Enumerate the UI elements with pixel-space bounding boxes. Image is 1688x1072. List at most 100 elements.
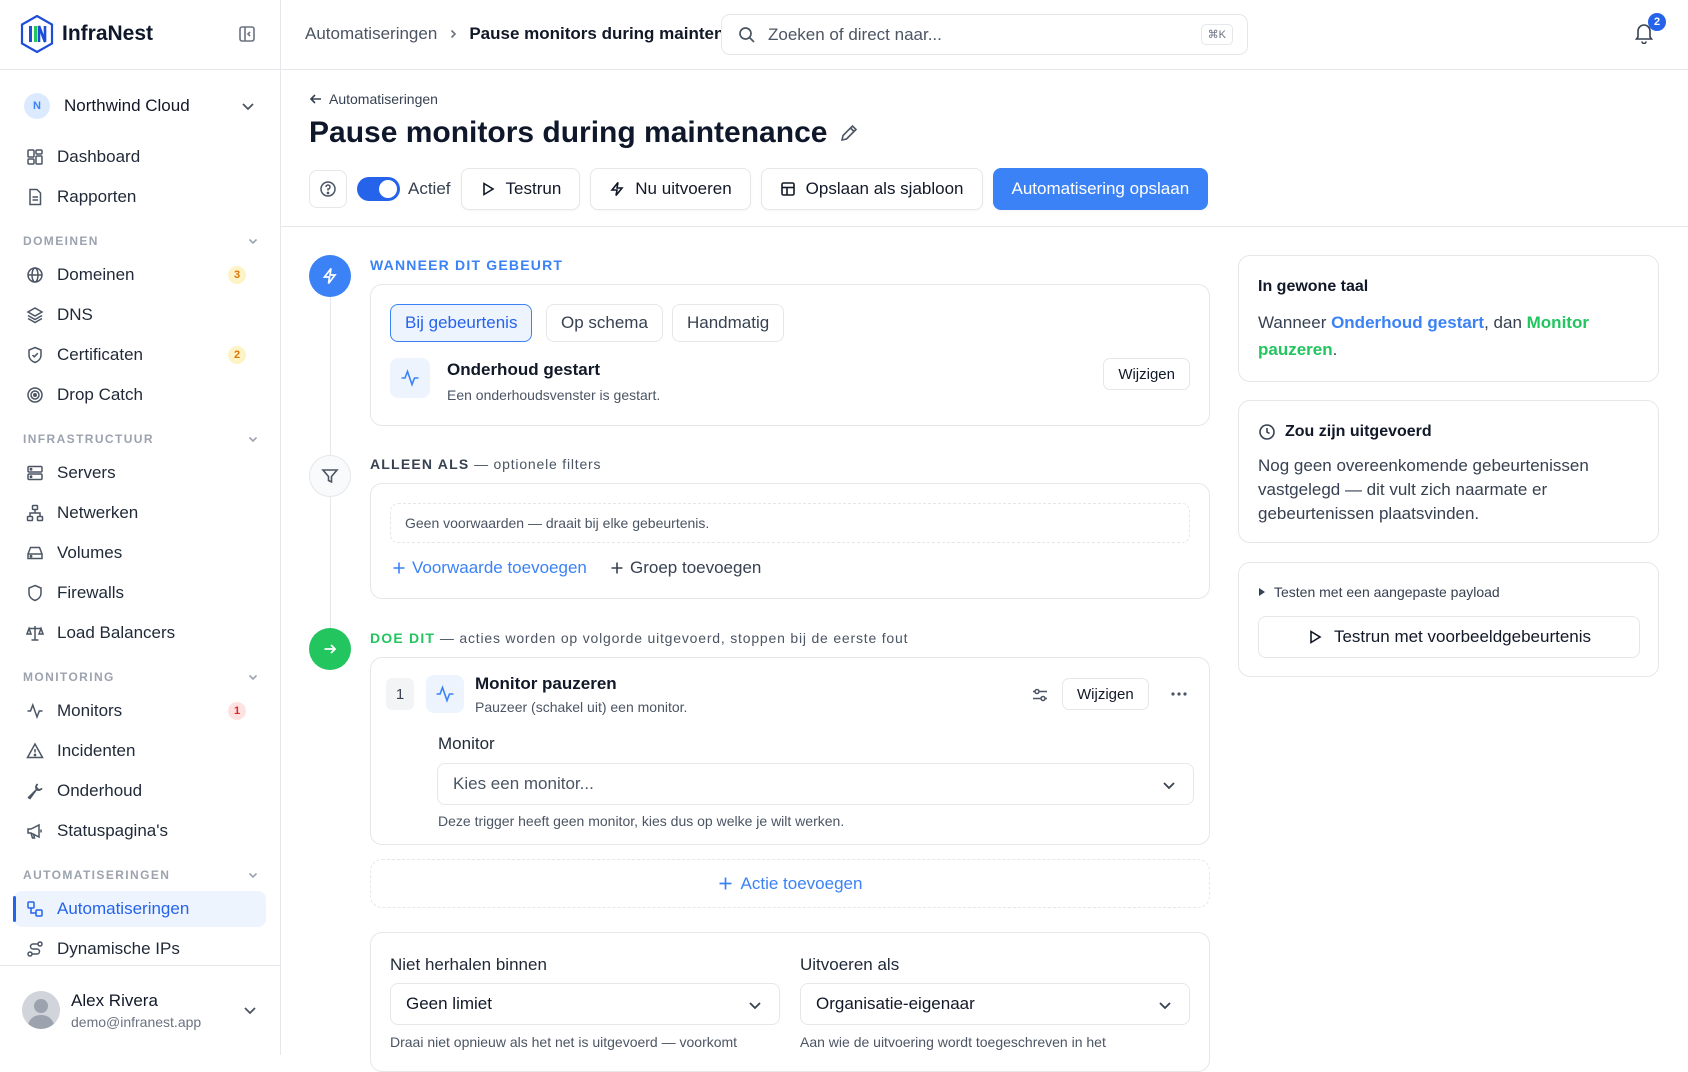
plain-language-text: Wanneer Onderhoud gestart, dan Monitor p…: [1258, 309, 1643, 363]
back-link[interactable]: Automatiseringen: [309, 91, 438, 107]
trigger-step-icon: [309, 255, 351, 297]
run-as-select[interactable]: Organisatie-eigenaar: [800, 983, 1190, 1025]
org-switcher[interactable]: N Northwind Cloud: [24, 92, 256, 120]
play-icon: [1307, 629, 1323, 645]
nav-label: Volumes: [57, 543, 123, 562]
automation-name: Pause monitors during maintenance: [309, 116, 828, 149]
nav-label: Dynamische IPs: [57, 939, 180, 958]
section-header-automatiseringen[interactable]: AUTOMATISERINGEN: [23, 868, 259, 882]
count-badge: 3: [228, 266, 246, 284]
run-as-hint: Aan wie de uitvoering wordt toegeschreve…: [800, 1034, 1106, 1050]
testrun-button[interactable]: Testrun: [460, 168, 581, 210]
breadcrumb: Automatiseringen Pause monitors during m…: [305, 24, 763, 44]
nav-item-onderhoud[interactable]: Onderhoud: [14, 773, 266, 809]
shield-icon: [25, 583, 45, 603]
chevron-down-icon: [242, 1002, 258, 1018]
repeat-label: Niet herhalen binnen: [390, 955, 547, 974]
action-index: 1: [386, 678, 414, 710]
avatar: [22, 991, 60, 1029]
button-label: Automatisering opslaan: [1011, 179, 1190, 198]
run-now-button[interactable]: Nu uitvoeren: [590, 168, 751, 210]
trigger-card: Bij gebeurtenis Op schema Handmatig Onde…: [370, 284, 1210, 426]
app-logo[interactable]: InfraNest: [20, 15, 153, 53]
keyboard-shortcut: ⌘K: [1200, 24, 1233, 45]
monitor-select[interactable]: Kies een monitor...: [437, 763, 1194, 805]
nav-item-automatiseringen[interactable]: Automatiseringen: [13, 891, 266, 927]
chevron-down-icon: [247, 869, 259, 881]
select-value: Geen limiet: [406, 994, 492, 1013]
help-button[interactable]: [309, 170, 347, 208]
alert-triangle-icon: [25, 741, 45, 761]
nav-item-dashboard[interactable]: Dashboard: [14, 139, 266, 175]
sidebar: InfraNest N Northwind Cloud Dashboard Ra…: [0, 0, 281, 1055]
nav-label: DNS: [57, 305, 93, 324]
add-action-button[interactable]: Actie toevoegen: [370, 859, 1210, 908]
section-header-domeinen[interactable]: DOMEINEN: [23, 234, 259, 248]
test-card: Testen met een aangepaste payload Testru…: [1238, 562, 1659, 677]
save-template-button[interactable]: Opslaan als sjabloon: [760, 168, 983, 210]
action-section-title: DOE DIT: [370, 630, 436, 646]
sliders-icon[interactable]: [1031, 686, 1049, 704]
route-icon: [25, 939, 45, 959]
section-header-infrastructuur[interactable]: INFRASTRUCTUUR: [23, 432, 259, 446]
breadcrumb-parent[interactable]: Automatiseringen: [305, 24, 437, 44]
user-name: Alex Rivera: [71, 990, 158, 1010]
more-icon[interactable]: [1170, 687, 1188, 701]
nav-item-volumes[interactable]: Volumes: [14, 535, 266, 571]
section-header-monitoring[interactable]: MONITORING: [23, 670, 259, 684]
change-trigger-button[interactable]: Wijzigen: [1103, 358, 1190, 390]
add-group-button[interactable]: Groep toevoegen: [610, 558, 761, 578]
nav-item-statuspaginas[interactable]: Statuspagina's: [14, 813, 266, 849]
save-automation-button[interactable]: Automatisering opslaan: [992, 168, 1209, 210]
nav-item-monitors[interactable]: Monitors 1: [14, 693, 266, 729]
change-action-button[interactable]: Wijzigen: [1062, 678, 1149, 710]
nav-item-certificaten[interactable]: Certificaten 2: [14, 337, 266, 373]
nav-item-rapporten[interactable]: Rapporten: [14, 179, 266, 215]
nav-item-netwerken[interactable]: Netwerken: [14, 495, 266, 531]
nav-item-dns[interactable]: DNS: [14, 297, 266, 333]
search-icon: [738, 26, 756, 44]
hard-drive-icon: [25, 543, 45, 563]
pencil-icon[interactable]: [839, 123, 859, 143]
nav-label: Netwerken: [57, 503, 139, 522]
nav-item-incidenten[interactable]: Incidenten: [14, 733, 266, 769]
repeat-select[interactable]: Geen limiet: [390, 983, 780, 1025]
button-label: Opslaan als sjabloon: [805, 179, 964, 198]
user-menu[interactable]: Alex Rivera demo@infranest.app: [22, 988, 258, 1032]
nav-item-servers[interactable]: Servers: [14, 455, 266, 491]
plus-icon: [718, 876, 733, 891]
page-title: Pause monitors during maintenance: [309, 116, 859, 150]
action-description: Pauzeer (schakel uit) een monitor.: [475, 699, 688, 715]
nav-item-drop-catch[interactable]: Drop Catch: [14, 377, 266, 413]
test-sample-event-button[interactable]: Testrun met voorbeeldgebeurtenis: [1258, 616, 1640, 658]
section-title: DOMEINEN: [23, 234, 99, 248]
tab-handmatig[interactable]: Handmatig: [672, 304, 785, 342]
tab-op-schema[interactable]: Op schema: [546, 304, 663, 342]
chevron-down-icon: [747, 997, 763, 1013]
scale-icon: [25, 623, 45, 643]
payload-disclosure[interactable]: Testen met een aangepaste payload: [1258, 584, 1500, 600]
sidebar-collapse-icon[interactable]: [238, 25, 256, 43]
summary-middle: , dan: [1484, 313, 1527, 332]
plain-language-card: In gewone taal Wanneer Onderhoud gestart…: [1238, 255, 1659, 382]
active-toggle[interactable]: [357, 177, 400, 201]
action-icon-box: [426, 675, 464, 713]
template-icon: [780, 181, 796, 197]
plain-language-title: In gewone taal: [1258, 278, 1369, 295]
nav-item-load-balancers[interactable]: Load Balancers: [14, 615, 266, 651]
chevron-right-icon: [447, 28, 459, 40]
search-input[interactable]: Zoeken of direct naar... ⌘K: [721, 14, 1248, 55]
section-title: INFRASTRUCTUUR: [23, 432, 154, 446]
tab-bij-gebeurtenis[interactable]: Bij gebeurtenis: [390, 304, 533, 342]
divider: [0, 965, 281, 966]
nav-item-domeinen[interactable]: Domeinen 3: [14, 257, 266, 293]
chevron-down-icon: [247, 235, 259, 247]
button-label: Actie toevoegen: [740, 873, 863, 893]
summary-prefix: Wanneer: [1258, 313, 1332, 332]
add-condition-button[interactable]: Voorwaarde toevoegen: [392, 558, 587, 578]
would-run-card: Zou zijn uitgevoerd Nog geen overeenkome…: [1238, 400, 1659, 543]
nav-item-firewalls[interactable]: Firewalls: [14, 575, 266, 611]
nav-item-dynamische-ips[interactable]: Dynamische IPs: [14, 931, 266, 967]
filter-section-title: ALLEEN ALS: [370, 456, 470, 472]
shield-check-icon: [25, 345, 45, 365]
